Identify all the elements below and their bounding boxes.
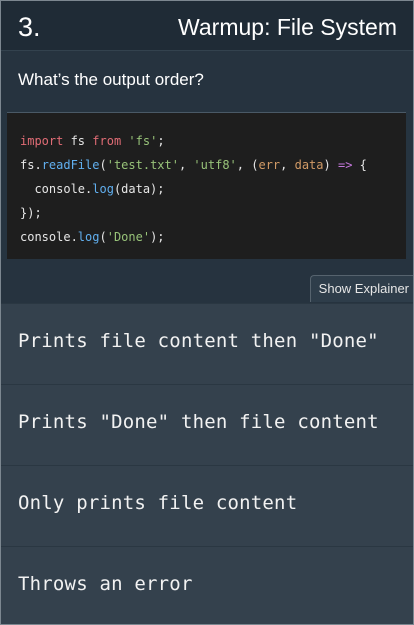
answer-label: Prints file content then "Done" <box>18 330 379 352</box>
prompt-area: What’s the output order? <box>1 51 413 111</box>
quiz-card: 3. Warmup: File System What’s the output… <box>0 0 414 625</box>
show-explainer-button[interactable]: Show Explainer <box>309 275 413 302</box>
question-header: 3. Warmup: File System <box>1 1 413 51</box>
code-line-3: console.log(data); <box>20 182 165 196</box>
answer-label: Throws an error <box>18 573 193 595</box>
answer-label: Only prints file content <box>18 492 298 514</box>
code-line-5: console.log('Done'); <box>20 230 165 244</box>
answer-option-3[interactable]: Only prints file content <box>1 465 413 546</box>
answer-list: Prints file content then "Done" Prints "… <box>1 303 413 624</box>
answer-option-1[interactable]: Prints file content then "Done" <box>1 303 413 384</box>
answer-option-2[interactable]: Prints "Done" then file content <box>1 384 413 465</box>
answer-label: Prints "Done" then file content <box>18 411 379 433</box>
question-prompt: What’s the output order? <box>18 70 204 89</box>
explainer-row: Show Explainer <box>1 259 413 303</box>
question-number: 3. <box>18 12 41 42</box>
code-line-2: fs.readFile('test.txt', 'utf8', (err, da… <box>20 158 367 172</box>
code-block: import fs from 'fs'; fs.readFile('test.t… <box>7 112 406 260</box>
code-line-4: }); <box>20 206 42 220</box>
question-title: Warmup: File System <box>178 14 397 40</box>
code-line-1: import fs from 'fs'; <box>20 134 165 148</box>
answer-option-4[interactable]: Throws an error <box>1 546 413 624</box>
